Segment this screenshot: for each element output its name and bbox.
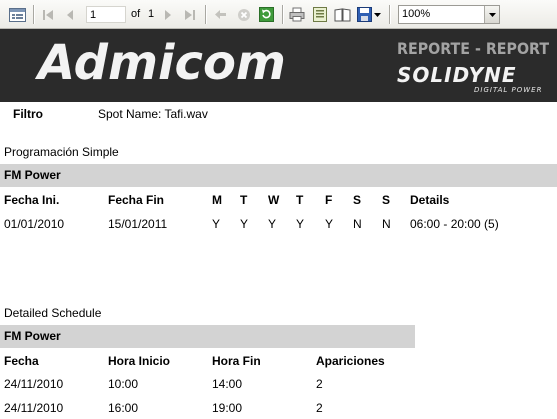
- report-toolbar: of 1 100%: [0, 0, 557, 29]
- table-cell: Y: [325, 217, 334, 231]
- detailed-group-label: FM Power: [4, 329, 61, 343]
- brand-logo: Admicom: [38, 35, 286, 91]
- column-header: Hora Fin: [212, 354, 261, 368]
- detailed-group-bar: FM Power: [0, 325, 415, 348]
- next-page-icon[interactable]: [160, 7, 176, 22]
- column-header: Fecha Ini.: [4, 193, 60, 207]
- stop-icon[interactable]: [235, 6, 252, 23]
- print-layout-icon[interactable]: [311, 6, 328, 23]
- toggle-tree-icon[interactable]: [8, 6, 26, 23]
- column-header: T: [296, 193, 304, 207]
- simple-group-bar: FM Power: [0, 164, 557, 187]
- table-cell: Y: [212, 217, 221, 231]
- table-cell: N: [353, 217, 362, 231]
- table-cell: 24/11/2010: [4, 377, 64, 391]
- table-cell: Y: [296, 217, 305, 231]
- simple-group-label: FM Power: [4, 168, 61, 182]
- export-icon[interactable]: [356, 6, 373, 23]
- column-header: Fecha Fin: [108, 193, 165, 207]
- table-cell: 14:00: [212, 377, 243, 391]
- column-header: W: [268, 193, 280, 207]
- simple-section-title: Programación Simple: [4, 145, 119, 159]
- first-page-icon[interactable]: [40, 7, 56, 22]
- filter-value: Spot Name: Tafi.wav: [98, 107, 208, 121]
- table-cell: 2: [316, 401, 323, 415]
- company-logo: SOLIDYNE: [397, 63, 517, 87]
- column-header: Hora Inicio: [108, 354, 171, 368]
- page-of-label: of: [131, 8, 141, 20]
- filter-label: Filtro: [13, 107, 43, 121]
- table-cell: Y: [240, 217, 249, 231]
- page-number-input[interactable]: [86, 6, 126, 23]
- toolbar-separator: [205, 5, 206, 24]
- table-cell: Y: [268, 217, 277, 231]
- export-dropdown-icon[interactable]: [373, 10, 381, 19]
- toolbar-separator: [389, 5, 390, 24]
- column-header: M: [212, 193, 222, 207]
- column-header: F: [325, 193, 333, 207]
- zoom-dropdown-icon[interactable]: [484, 6, 499, 23]
- detailed-section-title: Detailed Schedule: [4, 306, 102, 320]
- zoom-value: 100%: [402, 8, 431, 20]
- print-icon[interactable]: [288, 6, 306, 23]
- table-cell: 15/01/2011: [108, 217, 168, 231]
- column-header: Apariciones: [316, 354, 385, 368]
- column-header: S: [353, 193, 362, 207]
- table-cell: N: [382, 217, 391, 231]
- table-cell: 19:00: [212, 401, 243, 415]
- report-header-banner: Admicom REPORTE - REPORT SOLIDYNE DIGITA…: [0, 29, 557, 102]
- table-cell: 2: [316, 377, 323, 391]
- table-cell: 01/01/2010: [4, 217, 65, 231]
- table-cell: 16:00: [108, 401, 139, 415]
- column-header: S: [382, 193, 391, 207]
- page-setup-icon[interactable]: [333, 6, 351, 23]
- table-cell: 10:00: [108, 377, 139, 391]
- report-title: REPORTE - REPORT: [397, 39, 550, 58]
- column-header: T: [240, 193, 248, 207]
- column-header: Details: [410, 193, 450, 207]
- refresh-icon[interactable]: [258, 6, 275, 23]
- toolbar-separator: [282, 5, 283, 24]
- zoom-select[interactable]: 100%: [398, 5, 500, 24]
- table-cell: 24/11/2010: [4, 401, 64, 415]
- page-total: 1: [148, 8, 155, 20]
- toolbar-separator: [33, 5, 34, 24]
- column-header: Fecha: [4, 354, 39, 368]
- previous-page-icon[interactable]: [62, 7, 78, 22]
- back-icon[interactable]: [212, 7, 228, 22]
- table-cell: 06:00 - 20:00 (5): [410, 217, 499, 231]
- last-page-icon[interactable]: [182, 7, 198, 22]
- company-tagline: DIGITAL POWER: [474, 86, 543, 94]
